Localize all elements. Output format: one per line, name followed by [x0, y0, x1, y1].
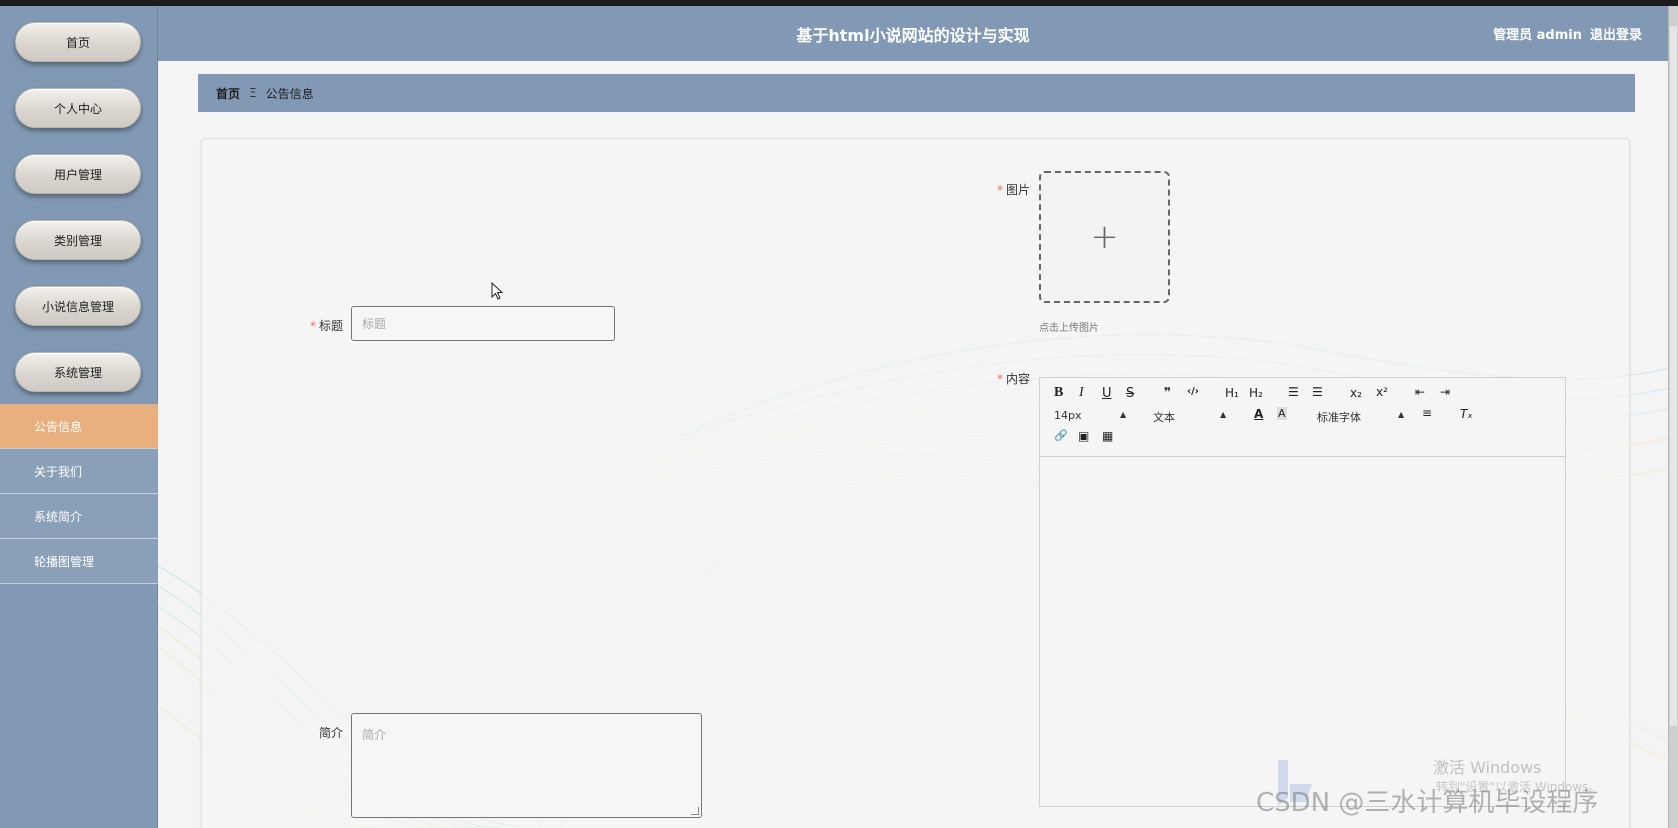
- upload-hint: 点击上传图片: [1039, 323, 1099, 334]
- scrollbar-thumb[interactable]: [1670, 26, 1677, 726]
- outdent-icon[interactable]: ⇤: [1415, 385, 1425, 399]
- content-label: * 内容: [985, 370, 1030, 387]
- indent-icon[interactable]: ⇥: [1440, 385, 1450, 399]
- sidebar: 首页 个人中心 用户管理 类别管理 小说信息管理 系统管理 公告信息 关于我们 …: [0, 6, 158, 828]
- app-screen: 首页 个人中心 用户管理 类别管理 小说信息管理 系统管理 公告信息 关于我们 …: [0, 6, 1678, 828]
- font-color-icon[interactable]: A: [1254, 407, 1263, 421]
- heading-1-icon[interactable]: H₁: [1225, 386, 1239, 400]
- summary-placeholder: 简介: [362, 728, 387, 742]
- breadcrumb-current: 公告信息: [265, 86, 314, 101]
- admin-user-label: 管理员 admin: [1493, 28, 1582, 43]
- sidebar-item-user-management[interactable]: 用户管理: [15, 154, 141, 194]
- editor-toolbar: B I U S ❞ ‹/› H₁ H₂ ☰ ☰ x₂ x² ⇤ ⇥ 14px ▲…: [1040, 378, 1565, 457]
- insert-image-icon[interactable]: ▣: [1078, 429, 1089, 443]
- mouse-cursor-icon: [491, 282, 504, 300]
- font-family-arrow-icon: ▲: [1398, 410, 1405, 419]
- breadcrumb-home[interactable]: 首页: [216, 85, 240, 102]
- required-mark: *: [996, 183, 1003, 197]
- ordered-list-icon[interactable]: ☰: [1288, 385, 1299, 399]
- font-family-select[interactable]: 标准字体: [1317, 409, 1361, 425]
- title-placeholder: 标题: [362, 317, 387, 331]
- system-submenu: 公告信息 关于我们 系统简介 轮播图管理: [0, 404, 158, 584]
- bullet-list-icon[interactable]: ☰: [1312, 385, 1323, 399]
- content-label-text: 内容: [1005, 372, 1030, 386]
- bold-icon[interactable]: B: [1054, 385, 1063, 401]
- plus-icon: +: [1090, 217, 1119, 257]
- submenu-item-about-us[interactable]: 关于我们: [0, 449, 158, 494]
- sidebar-item-novel-management[interactable]: 小说信息管理: [15, 286, 141, 326]
- summary-textarea[interactable]: 简介: [351, 713, 702, 818]
- scrollbar[interactable]: [1668, 6, 1678, 828]
- code-block-icon[interactable]: ‹/›: [1187, 386, 1199, 397]
- heading-2-icon[interactable]: H₂: [1249, 386, 1263, 400]
- summary-label: 简介: [318, 726, 343, 740]
- top-header: 基于html小说网站的设计与实现 管理员 admin 退出登录: [158, 6, 1668, 61]
- italic-icon[interactable]: I: [1079, 385, 1084, 401]
- strikethrough-icon[interactable]: S: [1126, 386, 1134, 401]
- title-label: * 标题: [300, 317, 343, 334]
- submenu-item-announcements[interactable]: 公告信息: [0, 404, 158, 449]
- image-upload-button[interactable]: +: [1039, 171, 1170, 303]
- submenu-item-carousel-management[interactable]: 轮播图管理: [0, 539, 158, 584]
- font-size-select[interactable]: 14px: [1054, 409, 1082, 422]
- image-label-text: 图片: [1005, 183, 1030, 197]
- align-icon[interactable]: ≡: [1422, 406, 1432, 420]
- user-area: 管理员 admin 退出登录: [1493, 6, 1642, 61]
- logout-link[interactable]: 退出登录: [1590, 24, 1642, 43]
- sidebar-item-system-management[interactable]: 系统管理: [15, 352, 141, 392]
- font-size-arrow-icon: ▲: [1120, 410, 1127, 419]
- rich-text-editor: B I U S ❞ ‹/› H₁ H₂ ☰ ☰ x₂ x² ⇤ ⇥ 14px ▲…: [1039, 377, 1566, 807]
- required-mark: *: [996, 372, 1003, 386]
- underline-icon[interactable]: U: [1102, 386, 1112, 401]
- text-style-arrow-icon: ▲: [1220, 410, 1227, 419]
- sidebar-item-home[interactable]: 首页: [15, 22, 141, 62]
- clear-format-icon[interactable]: Tₓ: [1460, 407, 1473, 421]
- sidebar-item-category-management[interactable]: 类别管理: [15, 220, 141, 260]
- resize-handle-icon[interactable]: [691, 807, 699, 815]
- superscript-icon[interactable]: x²: [1376, 385, 1388, 399]
- text-style-select[interactable]: 文本: [1153, 409, 1175, 425]
- background-color-icon[interactable]: A: [1277, 407, 1287, 420]
- breadcrumb-separator-icon: Ξ: [249, 86, 257, 100]
- breadcrumb: 首页 Ξ 公告信息: [198, 74, 1635, 112]
- sidebar-item-personal-center[interactable]: 个人中心: [15, 88, 141, 128]
- image-label: * 图片: [985, 181, 1030, 198]
- site-title: 基于html小说网站的设计与实现: [796, 25, 1030, 45]
- submenu-item-system-intro[interactable]: 系统简介: [0, 494, 158, 539]
- csdn-watermark: CSDN @三水计算机毕设程序: [1256, 788, 1599, 818]
- insert-video-icon[interactable]: ▦: [1102, 429, 1113, 443]
- subscript-icon[interactable]: x₂: [1350, 386, 1362, 400]
- title-label-text: 标题: [318, 319, 343, 333]
- windows-activation-watermark: 激活 Windows: [1433, 758, 1542, 777]
- title-input[interactable]: 标题: [351, 306, 615, 341]
- blockquote-icon[interactable]: ❞: [1164, 385, 1171, 399]
- required-mark: *: [309, 319, 316, 333]
- link-icon[interactable]: 🔗: [1054, 429, 1068, 442]
